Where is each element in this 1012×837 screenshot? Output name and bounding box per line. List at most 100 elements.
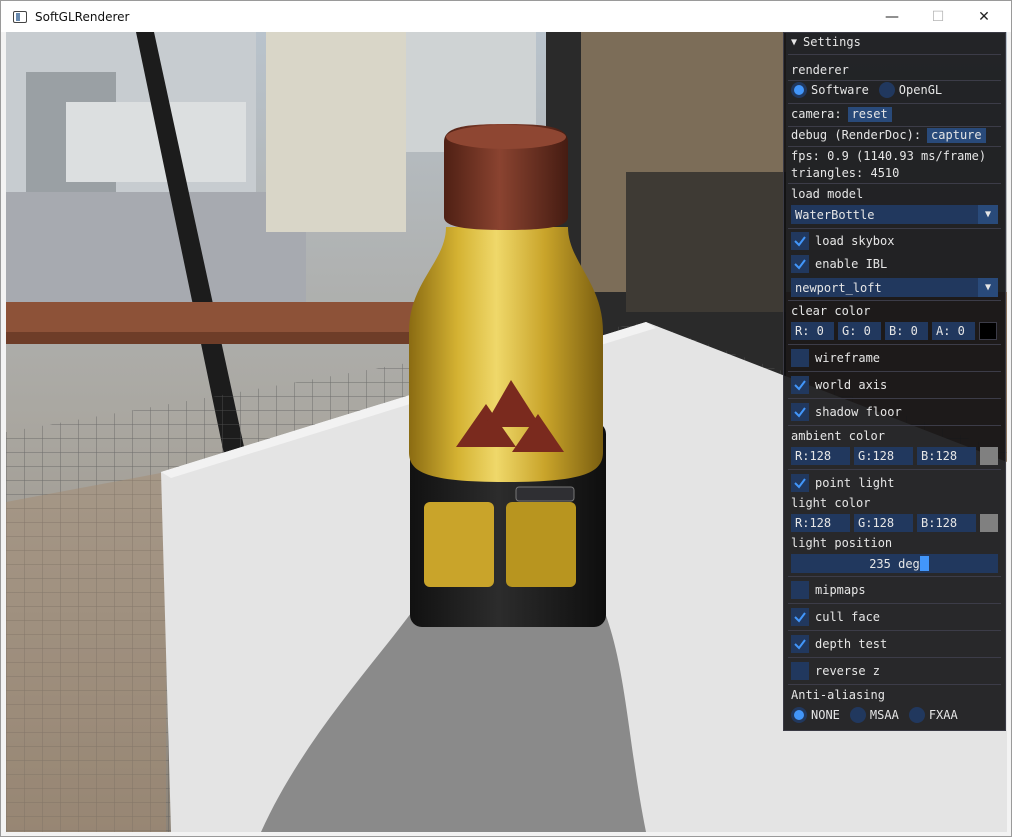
clear-color-row: R: 0 G: 0 B: 0 A: 0: [791, 322, 998, 340]
ambient-color-label: ambient color: [791, 429, 885, 443]
separator: [788, 630, 1001, 631]
load-skybox-label[interactable]: load skybox: [815, 234, 894, 248]
wireframe-label[interactable]: wireframe: [815, 351, 880, 365]
load-skybox-checkbox[interactable]: [791, 232, 809, 250]
maximize-button[interactable]: ☐: [915, 1, 961, 32]
renderer-label: renderer: [791, 63, 849, 77]
separator: [788, 603, 1001, 604]
world-axis-label[interactable]: world axis: [815, 378, 887, 392]
debug-label: debug (RenderDoc):: [791, 128, 922, 142]
radio-none-label[interactable]: NONE: [811, 708, 840, 722]
light-color-row: R:128 G:128 B:128: [791, 514, 998, 532]
separator: [788, 228, 1001, 229]
minimize-button[interactable]: —: [869, 1, 915, 32]
mipmaps-row[interactable]: mipmaps: [791, 581, 998, 599]
anti-aliasing-label: Anti-aliasing: [791, 688, 885, 702]
ambient-color-r[interactable]: R:128: [791, 447, 850, 465]
radio-none[interactable]: [791, 707, 807, 723]
clear-color-r[interactable]: R: 0: [791, 322, 834, 340]
dropdown-arrow-icon[interactable]: ▼: [978, 278, 998, 297]
wireframe-row[interactable]: wireframe: [791, 349, 998, 367]
checkmark-icon: [794, 380, 806, 391]
depth-test-row[interactable]: depth test: [791, 635, 998, 653]
depth-test-checkbox[interactable]: [791, 635, 809, 653]
camera-row: camera: reset: [791, 105, 998, 123]
light-color-swatch[interactable]: [980, 514, 998, 532]
separator: [788, 54, 1001, 55]
depth-test-label[interactable]: depth test: [815, 637, 887, 651]
separator: [788, 103, 1001, 104]
dropdown-arrow-icon[interactable]: ▼: [978, 205, 998, 224]
enable-ibl-label[interactable]: enable IBL: [815, 257, 887, 271]
world-axis-checkbox[interactable]: [791, 376, 809, 394]
window-title: SoftGLRenderer: [35, 9, 130, 24]
cull-face-label[interactable]: cull face: [815, 610, 880, 624]
collapse-triangle-icon[interactable]: ▼: [791, 37, 797, 48]
radio-fxaa-label[interactable]: FXAA: [929, 708, 958, 722]
capture-button[interactable]: capture: [927, 127, 986, 143]
settings-panel: ▼ Settings renderer Software OpenGL came…: [783, 32, 1006, 731]
radio-opengl[interactable]: [878, 82, 895, 98]
radio-opengl-label[interactable]: OpenGL: [899, 83, 942, 97]
ambient-color-swatch[interactable]: [980, 447, 998, 465]
clear-color-label: clear color: [791, 304, 871, 318]
point-light-row[interactable]: point light: [791, 474, 998, 492]
slider-grab-handle[interactable]: [920, 556, 929, 571]
separator: [788, 344, 1001, 345]
ambient-color-b[interactable]: B:128: [917, 447, 976, 465]
close-button[interactable]: ✕: [961, 1, 1007, 32]
shadow-floor-row[interactable]: shadow floor: [791, 403, 998, 421]
model-combo[interactable]: WaterBottle ▼: [791, 205, 998, 224]
mipmaps-checkbox[interactable]: [791, 581, 809, 599]
mipmaps-label[interactable]: mipmaps: [815, 583, 866, 597]
separator: [788, 371, 1001, 372]
wireframe-checkbox[interactable]: [791, 349, 809, 367]
renderer-radio-group: Software OpenGL: [791, 81, 998, 99]
separator: [788, 425, 1001, 426]
clear-color-b[interactable]: B: 0: [885, 322, 928, 340]
cull-face-row[interactable]: cull face: [791, 608, 998, 626]
separator: [788, 300, 1001, 301]
light-color-b[interactable]: B:128: [917, 514, 976, 532]
clear-color-swatch[interactable]: [979, 322, 997, 340]
camera-label: camera:: [791, 107, 842, 121]
cull-face-checkbox[interactable]: [791, 608, 809, 626]
settings-header[interactable]: ▼ Settings: [791, 33, 998, 51]
enable-ibl-row[interactable]: enable IBL: [791, 255, 998, 273]
point-light-label[interactable]: point light: [815, 476, 894, 490]
clear-color-g[interactable]: G: 0: [838, 322, 881, 340]
skybox-combo[interactable]: newport_loft ▼: [791, 278, 998, 297]
checkmark-icon: [794, 407, 806, 418]
ambient-color-row: R:128 G:128 B:128: [791, 447, 998, 465]
reverse-z-checkbox[interactable]: [791, 662, 809, 680]
fps-text: fps: 0.9 (1140.93 ms/frame): [791, 149, 987, 163]
load-skybox-row[interactable]: load skybox: [791, 232, 998, 250]
point-light-checkbox[interactable]: [791, 474, 809, 492]
separator: [788, 576, 1001, 577]
light-color-r[interactable]: R:128: [791, 514, 850, 532]
world-axis-row[interactable]: world axis: [791, 376, 998, 394]
title-bar[interactable]: SoftGLRenderer — ☐ ✕: [1, 1, 1011, 32]
triangles-text: triangles: 4510: [791, 166, 900, 180]
radio-msaa-label[interactable]: MSAA: [870, 708, 899, 722]
app-window: SoftGLRenderer — ☐ ✕ ▼ Settings renderer…: [0, 0, 1012, 837]
clear-color-a[interactable]: A: 0: [932, 322, 975, 340]
separator: [788, 398, 1001, 399]
ambient-color-g[interactable]: G:128: [854, 447, 913, 465]
radio-fxaa[interactable]: [908, 707, 925, 723]
camera-reset-button[interactable]: reset: [847, 106, 892, 122]
shadow-floor-checkbox[interactable]: [791, 403, 809, 421]
separator: [788, 657, 1001, 658]
enable-ibl-checkbox[interactable]: [791, 255, 809, 273]
model-combo-value: WaterBottle: [795, 207, 875, 222]
light-color-g[interactable]: G:128: [854, 514, 913, 532]
separator: [788, 684, 1001, 685]
shadow-floor-label[interactable]: shadow floor: [815, 405, 902, 419]
app-icon: [13, 10, 27, 23]
reverse-z-row[interactable]: reverse z: [791, 662, 998, 680]
light-position-slider[interactable]: 235 deg: [791, 554, 998, 573]
radio-software-label[interactable]: Software: [811, 83, 869, 97]
reverse-z-label[interactable]: reverse z: [815, 664, 880, 678]
radio-software[interactable]: [791, 82, 807, 98]
radio-msaa[interactable]: [849, 707, 866, 723]
